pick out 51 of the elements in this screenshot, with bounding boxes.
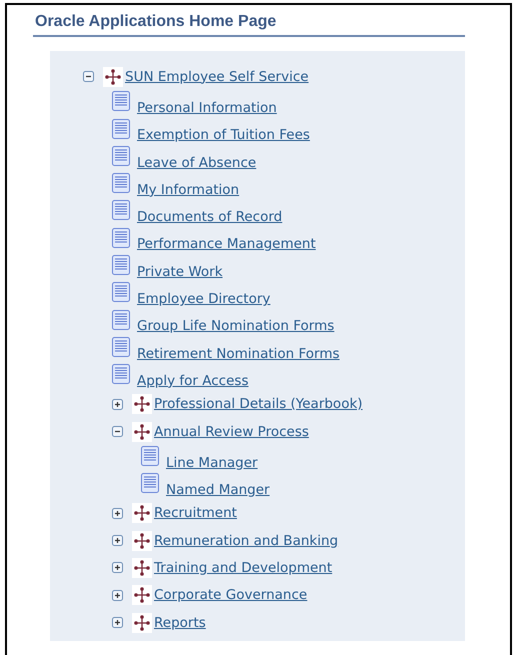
expand-button[interactable] xyxy=(112,508,123,519)
tree-link[interactable]: Leave of Absence xyxy=(137,154,256,171)
tree-link[interactable]: Named Manger xyxy=(166,482,270,498)
document-icon xyxy=(112,282,130,302)
cross-icon xyxy=(132,394,152,414)
document-icon xyxy=(112,364,130,384)
document-icon xyxy=(112,173,130,194)
tree-link[interactable]: Exemption of Tuition Fees xyxy=(137,127,310,144)
tree-link[interactable]: Line Manager xyxy=(166,454,258,471)
document-icon xyxy=(141,473,159,494)
cross-icon xyxy=(103,66,123,87)
tree-link[interactable]: Remuneration and Banking xyxy=(154,532,338,549)
document-icon xyxy=(112,91,130,112)
document-icon xyxy=(112,255,130,276)
cross-icon xyxy=(132,585,152,606)
document-icon xyxy=(112,336,130,357)
tree-link[interactable]: Apply for Access xyxy=(137,372,248,389)
tree-link[interactable]: Reports xyxy=(154,614,206,631)
tree-link[interactable]: Professional Details (Yearbook) xyxy=(154,396,363,412)
document-icon xyxy=(112,118,130,139)
document-icon xyxy=(112,200,130,220)
cross-icon xyxy=(132,612,152,633)
expand-button[interactable] xyxy=(112,617,123,628)
tree-link[interactable]: Training and Development xyxy=(154,560,332,576)
tree-link[interactable]: Performance Management xyxy=(137,236,316,252)
tree-link[interactable]: Documents of Record xyxy=(137,209,282,226)
expand-button[interactable] xyxy=(112,398,123,410)
tree-link[interactable]: Recruitment xyxy=(154,505,237,522)
document-icon xyxy=(112,146,130,166)
tree-link[interactable]: Retirement Nomination Forms xyxy=(137,346,340,362)
collapse-button[interactable] xyxy=(83,71,94,82)
expand-button[interactable] xyxy=(112,535,123,546)
tree-link[interactable]: My Information xyxy=(137,182,240,198)
tree-link[interactable]: Private Work xyxy=(137,264,223,280)
document-icon xyxy=(141,446,159,466)
tree-link[interactable]: Employee Directory xyxy=(137,291,270,308)
cross-icon xyxy=(132,422,152,442)
tree-link[interactable]: Group Life Nomination Forms xyxy=(137,318,334,334)
expand-button[interactable] xyxy=(112,590,123,601)
tree-link[interactable]: Personal Information xyxy=(137,100,277,116)
document-icon xyxy=(112,228,130,248)
cross-icon xyxy=(132,558,152,578)
tree-link[interactable]: Annual Review Process xyxy=(154,424,309,440)
document-icon xyxy=(112,310,130,330)
cross-icon xyxy=(132,530,152,551)
tree-link[interactable]: Corporate Governance xyxy=(154,587,308,604)
expand-button[interactable] xyxy=(112,562,123,574)
cross-icon xyxy=(132,503,152,524)
tree-link[interactable]: SUN Employee Self Service xyxy=(125,68,309,85)
page-title: Oracle Applications Home Page xyxy=(33,5,465,37)
collapse-button[interactable] xyxy=(112,426,123,437)
